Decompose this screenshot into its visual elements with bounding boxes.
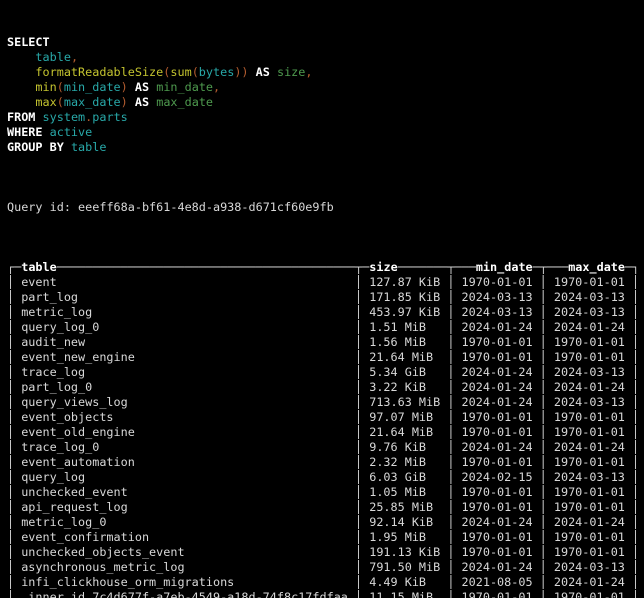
table-row: │ event_new_engine │ 21.64 MiB │ 1970-01…: [7, 350, 639, 364]
table-row: │ audit_new │ 1.56 MiB │ 1970-01-01 │ 19…: [7, 335, 639, 349]
table-row: │ asynchronous_metric_log │ 791.50 MiB │…: [7, 560, 639, 574]
table-row: │ event_confirmation │ 1.95 MiB │ 1970-0…: [7, 530, 639, 544]
table-row: │ event │ 127.87 KiB │ 1970-01-01 │ 1970…: [7, 275, 639, 289]
table-row: │ part_log │ 171.85 KiB │ 2024-03-13 │ 2…: [7, 290, 639, 304]
table-row: │ query_log │ 6.03 GiB │ 2024-02-15 │ 20…: [7, 470, 639, 484]
table-row: │ part_log_0 │ 3.22 KiB │ 2024-01-24 │ 2…: [7, 380, 639, 394]
query-id-value: eeeff68a-bf61-4e8d-a938-d671cf60e9fb: [78, 200, 334, 214]
table-row: │ metric_log_0 │ 92.14 KiB │ 2024-01-24 …: [7, 515, 639, 529]
query-line: SELECT: [7, 35, 50, 49]
query-id-line: Query id: eeeff68a-bf61-4e8d-a938-d671cf…: [7, 200, 644, 215]
table-row: │ event_objects │ 97.07 MiB │ 1970-01-01…: [7, 410, 639, 424]
query-result-table: ┌─table─────────────────────────────────…: [7, 260, 644, 598]
table-row: │ api_request_log │ 25.85 MiB │ 1970-01-…: [7, 500, 639, 514]
column-header-size: size: [369, 260, 397, 274]
table-row: │ unchecked_objects_event │ 191.13 KiB │…: [7, 545, 639, 559]
table-row: │ event_old_engine │ 21.64 MiB │ 1970-01…: [7, 425, 639, 439]
table-row: │ metric_log │ 453.97 KiB │ 2024-03-13 │…: [7, 305, 639, 319]
query-line: WHERE active: [7, 125, 92, 139]
query-line: min(min_date) AS min_date,: [7, 80, 220, 94]
query-line: GROUP BY table: [7, 140, 106, 154]
column-header-min_date: min_date: [476, 260, 533, 274]
table-row: │ query_views_log │ 713.63 MiB │ 2024-01…: [7, 395, 639, 409]
query-line: max(max_date) AS max_date: [7, 95, 213, 109]
table-header-row: ┌─table─────────────────────────────────…: [7, 260, 639, 274]
query-line: FROM system.parts: [7, 110, 128, 124]
terminal-window[interactable]: SELECT table, formatReadableSize(sum(byt…: [0, 0, 644, 598]
column-header-table: table: [21, 260, 57, 274]
table-row: │ trace_log_0 │ 9.76 KiB │ 2024-01-24 │ …: [7, 440, 639, 454]
sql-query: SELECT table, formatReadableSize(sum(byt…: [7, 35, 644, 155]
table-row: │ .inner_id.7c4d677f-a7eb-4549-a18d-74f8…: [7, 590, 639, 598]
query-line: table,: [7, 50, 78, 64]
table-row: │ query_log_0 │ 1.51 MiB │ 2024-01-24 │ …: [7, 320, 639, 334]
table-row: │ event_automation │ 2.32 MiB │ 1970-01-…: [7, 455, 639, 469]
table-row: │ infi_clickhouse_orm_migrations │ 4.49 …: [7, 575, 639, 589]
query-line: formatReadableSize(sum(bytes)) AS size,: [7, 65, 313, 79]
table-row: │ trace_log │ 5.34 GiB │ 2024-01-24 │ 20…: [7, 365, 639, 379]
table-row: │ unchecked_event │ 1.05 MiB │ 1970-01-0…: [7, 485, 639, 499]
column-header-max_date: max_date: [568, 260, 625, 274]
query-id-label: Query id:: [7, 200, 71, 214]
